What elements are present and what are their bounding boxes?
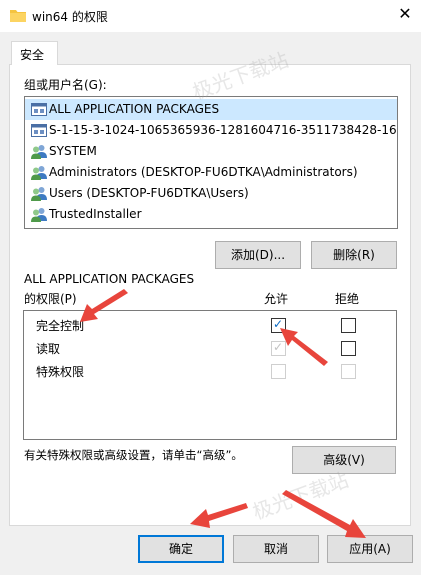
users-icon (31, 165, 47, 180)
allow-full-control-checkbox[interactable]: ✓ (271, 318, 286, 333)
group-or-user-label: 组或用户名(G): (24, 78, 107, 92)
user-name: Users (DESKTOP-FU6DTKA\Users) (49, 186, 249, 200)
users-icon (31, 186, 47, 201)
allow-special-checkbox (271, 364, 286, 379)
list-item[interactable]: S-1-15-3-1024-1065365936-1281604716-3511… (25, 120, 397, 141)
deny-full-control-checkbox[interactable] (341, 318, 356, 333)
perm-label: 特殊权限 (36, 365, 85, 379)
list-item[interactable]: TrustedInstaller (25, 204, 397, 225)
tab-security-label: 安全 (20, 48, 45, 62)
checkmark-icon: ✓ (273, 340, 284, 354)
ok-button[interactable]: 确定 (138, 535, 224, 563)
list-item[interactable]: SYSTEM (25, 141, 397, 162)
deny-read-checkbox[interactable] (341, 341, 356, 356)
add-button[interactable]: 添加(D)... (215, 241, 301, 269)
folder-icon (10, 9, 26, 22)
deny-header: 拒绝 (335, 292, 360, 306)
cancel-button[interactable]: 取消 (233, 535, 319, 563)
window-title: win64 的权限 (32, 10, 108, 24)
permissions-table: 完全控制 ✓ 读取 ✓ 特殊权限 (23, 310, 397, 440)
app-packages-icon (31, 123, 47, 138)
user-name: TrustedInstaller (49, 207, 142, 221)
advanced-note: 有关特殊权限或高级设置，请单击“高级”。 (24, 448, 243, 462)
close-button[interactable]: ✕ (396, 4, 414, 24)
users-icon (31, 207, 47, 222)
remove-button[interactable]: 删除(R) (311, 241, 397, 269)
apply-button[interactable]: 应用(A) (327, 535, 413, 563)
user-name: ALL APPLICATION PACKAGES (49, 102, 220, 116)
perm-label: 完全控制 (36, 319, 85, 333)
user-name: S-1-15-3-1024-1065365936-1281604716-3511… (49, 123, 397, 137)
user-name: SYSTEM (49, 144, 97, 158)
checkmark-icon: ✓ (273, 317, 284, 331)
list-item[interactable]: Users (DESKTOP-FU6DTKA\Users) (25, 183, 397, 204)
list-item[interactable]: ALL APPLICATION PACKAGES (25, 99, 397, 120)
perm-principal: ALL APPLICATION PACKAGES (24, 272, 195, 286)
user-name: Administrators (DESKTOP-FU6DTKA\Administ… (49, 165, 358, 179)
app-packages-icon (31, 102, 47, 117)
perm-title: 的权限(P) (24, 292, 77, 306)
allow-header: 允许 (264, 292, 289, 306)
users-icon (31, 144, 47, 159)
tab-security[interactable]: 安全 (11, 41, 58, 65)
allow-read-checkbox: ✓ (271, 341, 286, 356)
list-item[interactable]: Administrators (DESKTOP-FU6DTKA\Administ… (25, 162, 397, 183)
perm-label: 读取 (36, 342, 61, 356)
deny-special-checkbox (341, 364, 356, 379)
user-list[interactable]: ALL APPLICATION PACKAGES S-1-15-3-1024-1… (24, 96, 398, 229)
